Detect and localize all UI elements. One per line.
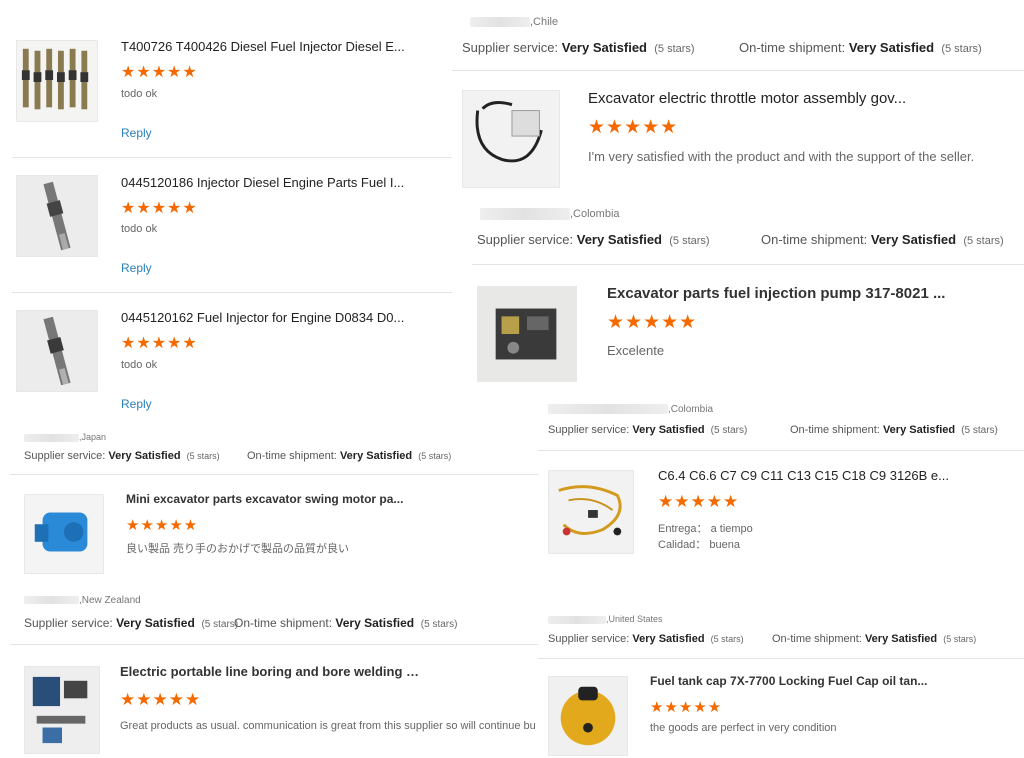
throttle-motor-image <box>463 91 559 187</box>
rating-stars: ★★★★★ <box>658 492 740 511</box>
product-thumbnail-boring-machine[interactable] <box>24 666 100 754</box>
wiring-harness-image <box>549 471 633 553</box>
rating-stars: ★★★★★ <box>121 335 198 352</box>
review-comment: Excelente <box>607 343 665 358</box>
product-thumbnail-injector[interactable] <box>16 175 98 257</box>
rating-stars: ★★★★★ <box>121 64 198 81</box>
product-thumbnail-wiring-harness[interactable] <box>548 470 634 554</box>
blurred-reviewer-name <box>24 596 79 605</box>
product-thumbnail-fuel-cap[interactable] <box>548 676 628 756</box>
rating-stars: ★★★★★ <box>126 517 199 534</box>
divider <box>452 70 1024 71</box>
supplier-service-rating: Supplier service: Very Satisfied (5 star… <box>462 40 695 55</box>
ontime-shipment-rating: On-time shipment: Very Satisfied (5 star… <box>739 40 982 55</box>
rating-stars: ★★★★★ <box>588 117 679 138</box>
review-title[interactable]: T400726 T400426 Diesel Fuel Injector Die… <box>121 39 421 54</box>
boring-machine-image <box>25 667 99 753</box>
reviewer-country: ,Japan <box>24 432 106 442</box>
review-colombia-2: ,Colombia Supplier service: Very Satisfi… <box>534 398 1024 590</box>
reviewer-country: ,New Zealand <box>24 595 141 606</box>
reviewer-country: ,United States <box>548 614 663 624</box>
product-thumbnail-throttle-motor[interactable] <box>462 90 560 188</box>
review-comment-quality: Calidad： buena <box>658 539 740 551</box>
review-title[interactable]: Electric portable line boring and bore w… <box>120 664 420 679</box>
ontime-shipment-rating: On-time shipment: Very Satisfied (5 star… <box>790 424 998 436</box>
divider <box>12 292 452 293</box>
divider <box>538 658 1024 659</box>
reply-link[interactable]: Reply <box>121 397 152 411</box>
product-thumbnail-injector[interactable] <box>16 310 98 392</box>
review-title[interactable]: Excavator parts fuel injection pump 317-… <box>607 285 1007 302</box>
supplier-service-rating: Supplier service: Very Satisfied (5 star… <box>548 424 748 436</box>
review-comment-delivery: Entrega： a tiempo <box>658 523 753 535</box>
divider <box>534 450 1024 451</box>
injector-image <box>17 311 97 391</box>
review-title[interactable]: Fuel tank cap 7X-7700 Locking Fuel Cap o… <box>650 674 950 688</box>
rating-stars: ★★★★★ <box>607 312 698 333</box>
product-thumbnail-injectors[interactable] <box>16 40 98 122</box>
review-title[interactable]: Excavator electric throttle motor assemb… <box>588 90 988 107</box>
review-comment: todo ok <box>121 88 158 100</box>
reviewer-country: ,Colombia <box>548 404 713 415</box>
blurred-reviewer-name <box>548 404 668 415</box>
reply-link[interactable]: Reply <box>121 126 152 140</box>
reply-link[interactable]: Reply <box>121 261 152 275</box>
blurred-reviewer-name <box>24 433 79 442</box>
review-comment: Great products as usual. communication i… <box>120 720 535 732</box>
review-chile: ,Chile Supplier service: Very Satisfied … <box>452 8 1024 188</box>
divider <box>12 157 452 158</box>
review-japan: ,Japan Supplier service: Very Satisfied … <box>10 428 538 582</box>
ontime-shipment-rating: On-time shipment: Very Satisfied (5 star… <box>234 616 458 630</box>
injector-image <box>17 176 97 256</box>
divider <box>10 644 538 645</box>
ontime-shipment-rating: On-time shipment: Very Satisfied (5 star… <box>772 633 977 645</box>
ontime-shipment-rating: On-time shipment: Very Satisfied (5 star… <box>761 232 1004 247</box>
supplier-service-rating: Supplier service: Very Satisfied (5 star… <box>24 450 220 462</box>
review-title[interactable]: 0445120186 Injector Diesel Engine Parts … <box>121 175 421 190</box>
product-thumbnail-injection-pump[interactable] <box>477 286 577 382</box>
fuel-cap-image <box>549 677 627 755</box>
review-new-zealand: ,New Zealand Supplier service: Very Sati… <box>10 584 538 758</box>
review-comment: I'm very satisfied with the product and … <box>588 149 975 164</box>
review-comment: todo ok <box>121 223 158 235</box>
swing-motor-image <box>25 495 103 573</box>
blurred-reviewer-name <box>548 615 606 624</box>
rating-stars: ★★★★★ <box>650 699 723 716</box>
product-thumbnail-swing-motor[interactable] <box>24 494 104 574</box>
review-colombia-1: ,Colombia Supplier service: Very Satisfi… <box>472 188 1024 398</box>
review-comment: the goods are perfect in very condition <box>650 722 837 734</box>
divider <box>10 474 538 475</box>
supplier-service-rating: Supplier service: Very Satisfied (5 star… <box>24 616 239 630</box>
blurred-reviewer-name <box>470 17 530 28</box>
review-comment: 良い製品 売り手のおかげで製品の品質が良い <box>126 543 350 555</box>
review-title[interactable]: C6.4 C6.6 C7 C9 C11 C13 C15 C18 C9 3126B… <box>658 468 958 483</box>
supplier-service-rating: Supplier service: Very Satisfied (5 star… <box>477 232 710 247</box>
ontime-shipment-rating: On-time shipment: Very Satisfied (5 star… <box>247 450 452 462</box>
reviewer-country: ,Colombia <box>480 208 620 221</box>
reviewer-country: ,Chile <box>470 16 558 28</box>
divider <box>472 264 1024 265</box>
review-title[interactable]: 0445120162 Fuel Injector for Engine D083… <box>121 310 421 325</box>
review-comment: todo ok <box>121 359 158 371</box>
review-title[interactable]: Mini excavator parts excavator swing mot… <box>126 492 426 506</box>
injectors-image <box>17 41 97 121</box>
injection-pump-image <box>478 287 576 381</box>
blurred-reviewer-name <box>480 208 570 221</box>
rating-stars: ★★★★★ <box>120 690 202 709</box>
supplier-service-rating: Supplier service: Very Satisfied (5 star… <box>548 633 744 645</box>
left-review-panel: T400726 T400426 Diesel Fuel Injector Die… <box>0 20 452 425</box>
rating-stars: ★★★★★ <box>121 200 198 217</box>
review-united-states: ,United States Supplier service: Very Sa… <box>538 604 1024 758</box>
